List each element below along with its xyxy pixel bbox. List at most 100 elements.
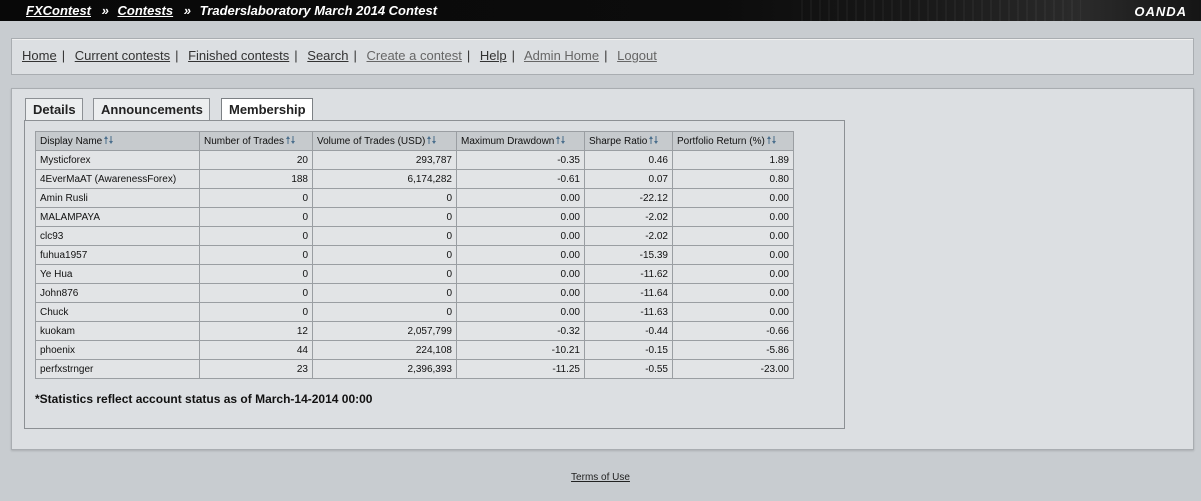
table-cell: 0 <box>312 264 457 284</box>
table-cell: -0.35 <box>456 150 585 170</box>
table-cell: 0.00 <box>456 264 585 284</box>
tab-details[interactable]: Details <box>25 98 83 121</box>
tab-membership[interactable]: Membership <box>221 98 313 122</box>
sort-icon[interactable] <box>648 135 659 145</box>
nav-current-contests-link[interactable]: Current contests <box>75 48 170 63</box>
table-cell: 0.00 <box>456 226 585 246</box>
membership-table: Display Name Number of Trades Volume of … <box>35 131 794 379</box>
main-panel: Details Announcements Membership Display… <box>11 88 1194 450</box>
table-cell: 0.00 <box>456 245 585 265</box>
display-name-cell: phoenix <box>35 340 200 360</box>
sort-icon[interactable] <box>555 135 566 145</box>
table-cell: 6,174,282 <box>312 169 457 189</box>
table-body: Mysticforex 20 293,787 -0.35 0.46 1.89 4EverMa… <box>35 150 794 379</box>
table-cell: -23.00 <box>672 359 794 379</box>
table-row: kuokam 12 2,057,799 -0.32 -0.44 -0.66 <box>35 321 794 341</box>
display-name-cell: John876 <box>35 283 200 303</box>
nav-search-link[interactable]: Search <box>307 48 348 63</box>
table-cell: -0.32 <box>456 321 585 341</box>
display-name-cell: MALAMPAYA <box>35 207 200 227</box>
table-cell: 1.89 <box>672 150 794 170</box>
table-cell: 0 <box>312 226 457 246</box>
sort-icon[interactable] <box>285 135 296 145</box>
display-name-cell: clc93 <box>35 226 200 246</box>
column-header-volume-of-trades[interactable]: Volume of Trades (USD) <box>312 131 457 151</box>
table-cell: -22.12 <box>584 188 673 208</box>
table-cell: 2,057,799 <box>312 321 457 341</box>
tab-announcements[interactable]: Announcements <box>93 98 210 121</box>
table-cell: -0.15 <box>584 340 673 360</box>
table-cell: 0 <box>312 245 457 265</box>
nav-help-link[interactable]: Help <box>480 48 507 63</box>
table-cell: 0 <box>199 207 313 227</box>
display-name-cell: Amin Rusli <box>35 188 200 208</box>
top-header-bar: FXContest » Contests » Traderslaboratory… <box>0 0 1201 21</box>
page-footer: Terms of Use <box>0 472 1201 483</box>
table-cell: 0 <box>312 283 457 303</box>
nav-separator: | <box>294 48 298 63</box>
table-row: phoenix 44 224,108 -10.21 -0.15 -5.86 <box>35 340 794 360</box>
table-cell: -15.39 <box>584 245 673 265</box>
table-row: John876 0 0 0.00 -11.64 0.00 <box>35 283 794 303</box>
table-cell: 0 <box>312 302 457 322</box>
table-cell: -0.66 <box>672 321 794 341</box>
nav-home-link[interactable]: Home <box>22 48 57 63</box>
table-cell: -11.63 <box>584 302 673 322</box>
table-cell: 0.00 <box>672 226 794 246</box>
nav-create-contest-link[interactable]: Create a contest <box>367 48 462 63</box>
display-name-cell: Ye Hua <box>35 264 200 284</box>
table-cell: -11.25 <box>456 359 585 379</box>
nav-separator: | <box>353 48 357 63</box>
table-row: Ye Hua 0 0 0.00 -11.62 0.00 <box>35 264 794 284</box>
brand-logo: OANDA <box>1134 4 1187 19</box>
nav-admin-home-link[interactable]: Admin Home <box>524 48 599 63</box>
table-cell: 0.80 <box>672 169 794 189</box>
table-cell: 12 <box>199 321 313 341</box>
column-header-sharpe-ratio[interactable]: Sharpe Ratio <box>584 131 673 151</box>
terms-of-use-link[interactable]: Terms of Use <box>571 472 630 483</box>
table-cell: -2.02 <box>584 207 673 227</box>
table-cell: -2.02 <box>584 226 673 246</box>
table-row: Mysticforex 20 293,787 -0.35 0.46 1.89 <box>35 150 794 170</box>
table-cell: 0.00 <box>456 283 585 303</box>
display-name-cell: Chuck <box>35 302 200 322</box>
table-row: Chuck 0 0 0.00 -11.63 0.00 <box>35 302 794 322</box>
table-cell: -11.62 <box>584 264 673 284</box>
table-cell: 188 <box>199 169 313 189</box>
nav-separator: | <box>511 48 516 63</box>
table-cell: 0.00 <box>672 283 794 303</box>
table-cell: 0 <box>199 226 313 246</box>
table-cell: -5.86 <box>672 340 794 360</box>
header-decoration <box>801 0 1081 21</box>
table-row: MALAMPAYA 0 0 0.00 -2.02 0.00 <box>35 207 794 227</box>
breadcrumb-contests-link[interactable]: Contests <box>117 3 173 18</box>
breadcrumb-fxcontest-link[interactable]: FXContest <box>26 3 91 18</box>
table-cell: 20 <box>199 150 313 170</box>
sort-icon[interactable] <box>426 135 437 145</box>
table-cell: 0.00 <box>672 245 794 265</box>
nav-logout-link[interactable]: Logout <box>617 48 657 63</box>
display-name-cell: Mysticforex <box>35 150 200 170</box>
display-name-cell: perfxstrnger <box>35 359 200 379</box>
sort-icon[interactable] <box>766 135 777 145</box>
nav-links: Home | Current contests | Finished contest… <box>22 48 657 63</box>
table-cell: 23 <box>199 359 313 379</box>
table-cell: 293,787 <box>312 150 457 170</box>
table-cell: 0 <box>199 302 313 322</box>
table-cell: -0.44 <box>584 321 673 341</box>
column-header-portfolio-return[interactable]: Portfolio Return (%) <box>672 131 794 151</box>
column-header-number-of-trades[interactable]: Number of Trades <box>199 131 313 151</box>
nav-finished-contests-link[interactable]: Finished contests <box>188 48 289 63</box>
column-header-display-name[interactable]: Display Name <box>35 131 200 151</box>
table-cell: 0 <box>199 188 313 208</box>
sort-icon[interactable] <box>103 135 114 145</box>
display-name-cell: fuhua1957 <box>35 245 200 265</box>
table-cell: -0.61 <box>456 169 585 189</box>
table-cell: 0.07 <box>584 169 673 189</box>
column-header-maximum-drawdown[interactable]: Maximum Drawdown <box>456 131 585 151</box>
table-cell: 0 <box>312 207 457 227</box>
table-cell: -0.55 <box>584 359 673 379</box>
table-cell: 0.00 <box>456 302 585 322</box>
nav-separator: | <box>466 48 471 63</box>
table-cell: 0.00 <box>672 188 794 208</box>
